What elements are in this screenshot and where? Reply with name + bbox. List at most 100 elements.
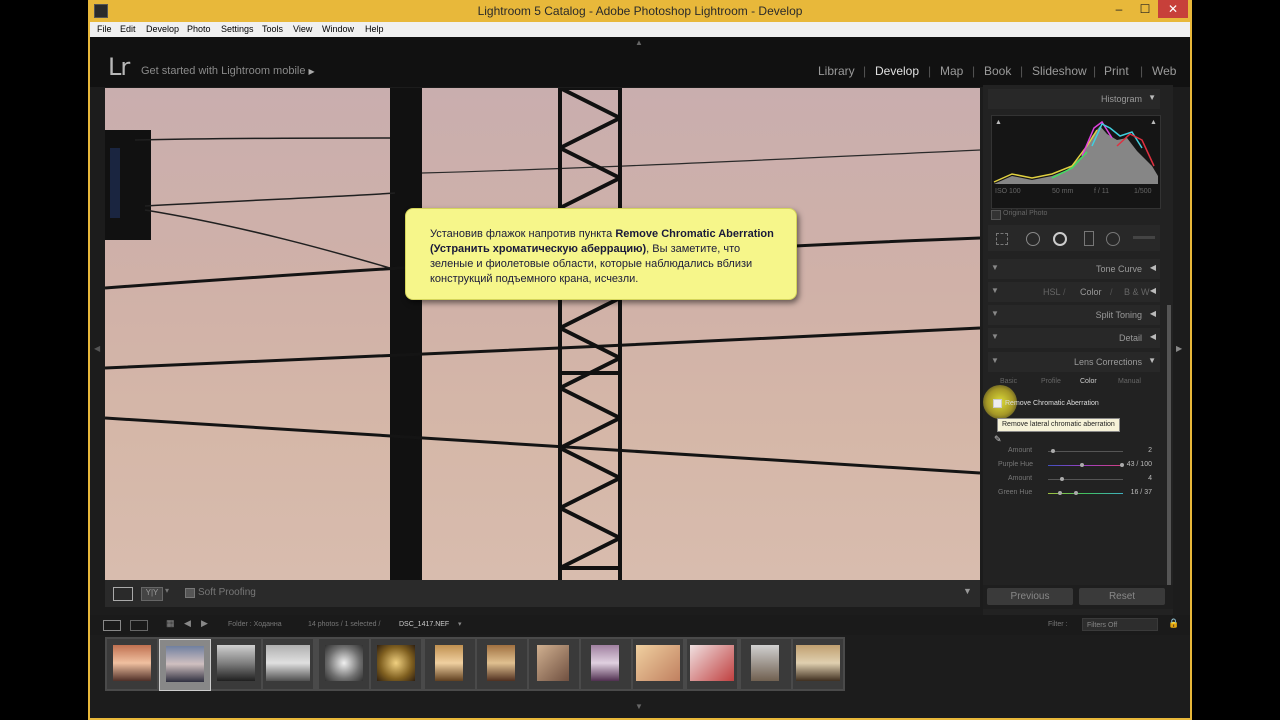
red-eye-icon[interactable] [1053,232,1067,246]
tone-curve-header[interactable]: ▼ Tone Curve ◀ [988,259,1160,279]
menu-window[interactable]: Window [322,24,354,34]
purple-hue-value[interactable]: 43 / 100 [1124,461,1152,468]
right-panel-toggle-icon[interactable]: ▶ [1176,344,1182,353]
module-slideshow[interactable]: Slideshow [1032,64,1087,78]
module-separator: | [972,64,976,78]
filmstrip-thumbnail[interactable] [425,639,475,689]
filmstrip-thumbnail[interactable] [793,639,843,689]
filmstrip-thumbnail[interactable] [477,639,527,689]
filter-label: Filter : [1048,621,1068,628]
module-web[interactable]: Web [1152,64,1176,78]
split-toning-header[interactable]: ▼ Split Toning ◀ [988,305,1160,325]
purple-amount-track[interactable] [1048,451,1123,452]
reset-button[interactable]: Reset [1079,588,1165,605]
file-dropdown-icon[interactable]: ▾ [458,620,462,628]
purple-amount-thumb[interactable] [1051,449,1055,453]
filmstrip-thumbnail[interactable] [319,639,369,689]
menu-edit[interactable]: Edit [120,24,136,34]
tab-bw[interactable]: B & W [1124,287,1150,297]
green-hue-value[interactable]: 16 / 37 [1128,489,1152,496]
filmstrip-thumbnail[interactable] [633,639,683,689]
forward-arrow-icon[interactable]: ▶ [201,618,208,629]
collapse-top-icon[interactable]: ▲ [635,38,643,47]
grid-view-icon[interactable]: ▦ [166,618,175,629]
lens-tabs: Basic Profile Color Manual [988,375,1160,391]
menu-settings[interactable]: Settings [221,24,254,34]
before-after-dropdown-icon[interactable]: ▾ [165,586,169,595]
filmstrip-thumbnail[interactable] [687,639,737,689]
purple-hue-low-thumb[interactable] [1080,463,1084,467]
tab-color-lens[interactable]: Color [1080,378,1097,385]
close-button[interactable]: ✕ [1158,0,1188,18]
original-photo-checkbox[interactable] [991,210,1001,220]
green-hue-low-thumb[interactable] [1058,491,1062,495]
purple-amount-value[interactable]: 2 [1128,447,1152,454]
green-hue-high-thumb[interactable] [1074,491,1078,495]
menu-file[interactable]: File [97,24,112,34]
crop-icon[interactable] [996,233,1008,245]
filmstrip-thumbnail[interactable] [741,639,791,689]
filter-lock-icon[interactable]: 🔒 [1168,618,1179,629]
filmstrip-thumbnail[interactable] [581,639,631,689]
module-map[interactable]: Map [940,64,963,78]
filmstrip-thumbnail-selected[interactable] [159,639,211,691]
module-library[interactable]: Library [818,64,855,78]
menu-help[interactable]: Help [365,24,384,34]
purple-hue-track[interactable] [1048,465,1123,466]
detail-header[interactable]: ▼ Detail ◀ [988,328,1160,348]
menu-develop[interactable]: Develop [146,24,179,34]
detail-title: Detail [1118,333,1142,343]
selected-file[interactable]: DSC_1417.NEF [399,621,449,628]
minimize-button[interactable]: – [1106,0,1132,18]
radial-filter-icon[interactable] [1106,232,1120,246]
module-book[interactable]: Book [984,64,1011,78]
hsl-header[interactable]: ▼ HSL / Color / B & W ◀ [988,282,1160,302]
filmstrip-thumbnail[interactable] [107,639,157,689]
soft-proofing-checkbox[interactable] [185,588,195,598]
menu-photo[interactable]: Photo [187,24,211,34]
collapse-icon: ◀ [1149,286,1156,295]
filmstrip-thumbnail[interactable] [263,639,313,689]
filmstrip-thumbnail[interactable] [371,639,421,689]
photo-canvas[interactable]: Установив флажок напротив пункта Remove … [105,88,980,580]
module-print[interactable]: Print [1104,64,1129,78]
menu-tools[interactable]: Tools [262,24,283,34]
previous-button[interactable]: Previous [987,588,1073,605]
spot-removal-icon[interactable] [1026,232,1040,246]
loupe-view-icon[interactable] [113,587,133,601]
right-panel: Histogram ▼ ▲ ▲ ISO 100 50 mm f / 11 1/50… [983,85,1173,615]
back-arrow-icon[interactable]: ◀ [184,618,191,629]
second-window-icon[interactable] [130,620,148,631]
adjustment-brush-icon[interactable] [1133,236,1155,239]
histogram-header[interactable]: Histogram ▼ [988,89,1160,109]
green-amount-value[interactable]: 4 [1128,475,1152,482]
folder-label[interactable]: Folder : Ходанна [228,621,282,628]
main-window-icon[interactable] [103,620,121,631]
filter-dropdown[interactable]: Filters Off [1082,618,1158,631]
maximize-button[interactable]: ☐ [1132,0,1158,18]
filmstrip-thumbnail[interactable] [529,639,579,689]
tab-separator: / [1063,287,1066,297]
lens-corrections-header[interactable]: ▼ Lens Corrections ▼ [988,352,1160,372]
histogram[interactable]: ▲ ▲ ISO 100 50 mm f / 11 1/500 [991,115,1161,209]
panel-scrollbar[interactable] [1167,305,1171,605]
left-panel-toggle-icon[interactable]: ◀ [94,344,100,353]
get-started-link[interactable]: Get started with Lightroom mobile ▶ [141,65,315,77]
previous-reset-bar: Previous Reset [983,585,1173,609]
graduated-filter-icon[interactable] [1084,231,1094,246]
collapse-bottom-icon[interactable]: ▼ [635,702,643,711]
green-amount-thumb[interactable] [1060,477,1064,481]
remove-ca-checkbox[interactable] [993,399,1002,408]
svg-text:▲: ▲ [995,119,1002,126]
tab-color[interactable]: Color [1080,287,1102,297]
toolbar-menu-icon[interactable]: ▼ [963,586,972,596]
before-after-icon[interactable]: Y|Y [141,587,163,601]
menu-view[interactable]: View [293,24,312,34]
tab-basic[interactable]: Basic [1000,378,1017,385]
tab-manual[interactable]: Manual [1118,378,1141,385]
eyedropper-icon[interactable]: ✎ [994,434,1002,445]
tab-profile[interactable]: Profile [1041,378,1061,385]
filmstrip-thumbnail[interactable] [211,639,261,689]
tab-hsl[interactable]: HSL [1043,287,1061,297]
module-develop[interactable]: Develop [875,64,919,78]
